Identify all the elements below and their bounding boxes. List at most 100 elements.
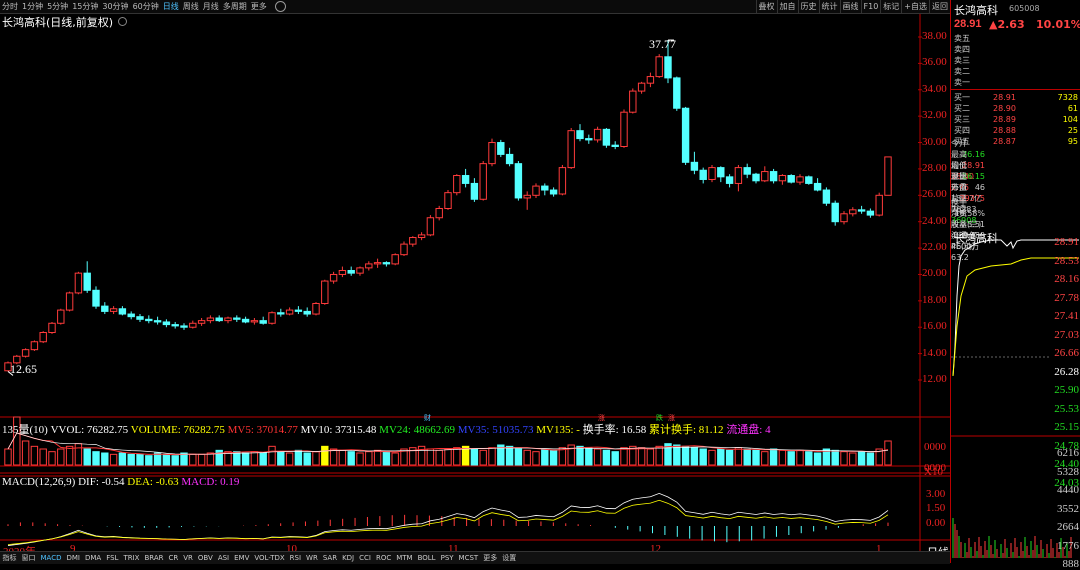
timeframe-tab[interactable]: 日线	[161, 0, 181, 13]
indicator-tab[interactable]: 指标	[0, 552, 19, 564]
candle-body	[655, 56, 663, 78]
ask-label: 卖五	[954, 34, 970, 43]
volume-bar	[593, 448, 602, 466]
candle-body	[48, 322, 56, 334]
candle-body	[65, 292, 74, 311]
candle-body	[549, 189, 558, 195]
timeframe-tab[interactable]: 更多	[249, 0, 269, 13]
candle-body	[743, 167, 751, 175]
stat-label: 外盘	[951, 183, 967, 192]
volume-bar	[523, 449, 531, 466]
indicator-tab[interactable]: 设置	[500, 552, 519, 564]
timeframe-tab[interactable]: 60分钟	[131, 0, 161, 13]
candle-body	[708, 167, 716, 180]
indicator-tab[interactable]: BOLL	[415, 552, 438, 564]
quote-stat-row: 净资 3.51 流通 4600万	[951, 208, 1080, 251]
indicator-tab[interactable]: ROC	[373, 552, 393, 564]
toolbar-button[interactable]: 画线	[839, 0, 861, 13]
indicator-tab[interactable]: SAR	[320, 552, 339, 564]
candle-body	[268, 312, 276, 324]
indicator-tab[interactable]: 窗口	[19, 552, 38, 564]
volume-bar	[453, 447, 461, 466]
volume-bar	[162, 453, 171, 466]
timeframe-tab[interactable]: 月线	[201, 0, 221, 13]
volume-bar	[796, 449, 804, 466]
timeframe-tab[interactable]: 30分钟	[100, 0, 130, 13]
indicator-tab[interactable]: BRAR	[142, 552, 166, 564]
volume-bar	[717, 448, 725, 466]
indicator-tab[interactable]: KDJ	[340, 552, 357, 564]
volume-bar	[21, 440, 30, 466]
candle-body	[831, 202, 839, 223]
timeframe-tab[interactable]: 周线	[181, 0, 201, 13]
mini-price-tick: 27.03	[1054, 328, 1079, 341]
candle-body	[849, 209, 857, 215]
toolbar-button[interactable]: 返回	[929, 0, 950, 13]
volume-bar	[866, 452, 875, 466]
indicator-tab[interactable]: MTM	[394, 552, 415, 564]
indicator-tab[interactable]: 更多	[481, 552, 500, 564]
volume-bar	[118, 452, 127, 466]
candle-body	[347, 270, 355, 274]
candle-body	[884, 156, 892, 196]
candle-body	[576, 130, 584, 140]
timeframe-tab[interactable]: 1分钟	[20, 0, 45, 13]
volume-bar	[74, 443, 83, 466]
indicator-tab[interactable]: MACD	[38, 552, 64, 564]
kline-chart[interactable]	[0, 14, 950, 551]
indicator-tab[interactable]: VR	[181, 552, 196, 564]
indicator-tab[interactable]: EMV	[232, 552, 252, 564]
candle-body	[488, 142, 496, 165]
volume-bar	[549, 449, 558, 466]
toolbar-button[interactable]: +自选	[901, 0, 929, 13]
indicator-tab[interactable]: CR	[166, 552, 181, 564]
stock-code: 605008	[1009, 4, 1040, 13]
macd-tick: 0.00	[926, 517, 946, 529]
volume-bar	[259, 452, 267, 466]
macd-tick: 3.00	[926, 488, 946, 500]
indicator-tab[interactable]: PSY	[438, 552, 456, 564]
indicator-tab[interactable]: RSI	[287, 552, 303, 564]
indicator-tab[interactable]: VOL-TDX	[252, 552, 287, 564]
toolbar-button[interactable]: F10	[860, 0, 881, 13]
indicator-tab[interactable]: MCST	[456, 552, 481, 564]
candle-body	[620, 111, 628, 147]
volume-bar	[637, 447, 646, 466]
indicator-tab[interactable]: OBV	[195, 552, 215, 564]
indicator-tab[interactable]: DMA	[82, 552, 103, 564]
indicator-tab[interactable]: ASI	[215, 552, 231, 564]
volume-indicator-value: 135量(10)	[2, 424, 51, 436]
candle-body	[409, 237, 417, 245]
toolbar-button[interactable]: 标记	[880, 0, 901, 13]
toolbar-button[interactable]: 叠权	[755, 0, 777, 13]
bid-volume: 7328	[1057, 93, 1078, 102]
mini-volume-tick: 6216	[1057, 447, 1079, 459]
candle-body	[805, 176, 813, 184]
price-tick: 30.00	[922, 135, 947, 148]
toolbar-button[interactable]: 加自	[776, 0, 798, 13]
stat-label: 换手	[951, 198, 967, 207]
toolbar-button[interactable]: 历史	[797, 0, 819, 13]
candle-body	[602, 128, 611, 146]
timeframe-tab[interactable]: 5分钟	[45, 0, 70, 13]
candle-body	[567, 130, 575, 169]
settings-icon[interactable]	[275, 1, 287, 12]
timeframe-tab[interactable]: 多周期	[221, 0, 249, 13]
high-price-label: 37.77	[649, 37, 676, 51]
volume-bar	[153, 452, 162, 466]
candle-body	[83, 272, 91, 291]
candle-body	[840, 213, 848, 223]
indicator-tab[interactable]: DMI	[64, 552, 83, 564]
volume-bar	[303, 452, 311, 466]
indicator-tab[interactable]: CCI	[357, 552, 374, 564]
toolbar-button[interactable]: 统计	[818, 0, 840, 13]
timeframe-tab[interactable]: 15分钟	[70, 0, 100, 13]
candle-body	[505, 153, 514, 165]
candle-body	[365, 263, 373, 269]
indicator-tab[interactable]: FSL	[104, 552, 121, 564]
indicator-tab[interactable]: TRIX	[121, 552, 142, 564]
timeframe-tab[interactable]: 分时	[0, 0, 20, 13]
candle-body	[629, 90, 637, 113]
indicator-tab[interactable]: WR	[304, 552, 321, 564]
volume-bar	[189, 453, 197, 466]
